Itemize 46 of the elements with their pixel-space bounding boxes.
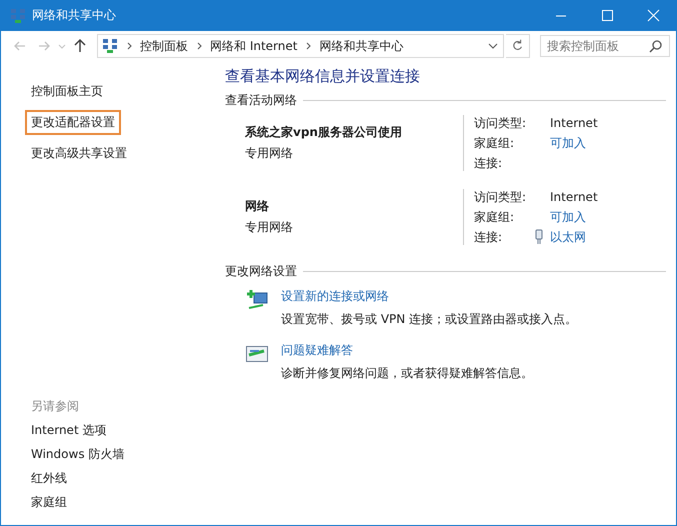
new-network-icon xyxy=(245,288,269,312)
breadcrumb[interactable]: 网络和共享中心 xyxy=(319,38,404,54)
section-heading: 查看活动网络 xyxy=(225,92,297,109)
refresh-icon[interactable] xyxy=(506,34,530,58)
see-also-link[interactable]: 家庭组 xyxy=(31,494,219,511)
ethernet-plug-icon xyxy=(534,229,544,245)
see-also-link[interactable]: 红外线 xyxy=(31,470,219,487)
page-heading: 查看基本网络信息并设置连接 xyxy=(225,67,421,86)
sidebar-link[interactable]: 更改高级共享设置 xyxy=(25,141,133,166)
detail-label: 访问类型: xyxy=(474,188,528,206)
sidebar-link[interactable]: 更改适配器设置 xyxy=(25,110,121,135)
search-field[interactable]: 搜索控制面板 xyxy=(540,35,670,57)
chevron-icon xyxy=(196,41,204,51)
address-bar[interactable]: 控制面板 网络和 Internet 网络和共享中心 xyxy=(97,34,504,58)
connection-link[interactable]: 以太网 xyxy=(550,228,586,246)
detail-label: 家庭组: xyxy=(474,208,516,226)
see-also-link[interactable]: Internet 选项 xyxy=(31,422,219,439)
task-link[interactable]: 设置新的连接或网络 xyxy=(281,288,578,305)
network-icon xyxy=(10,8,26,24)
dropdown-icon[interactable] xyxy=(487,41,499,51)
breadcrumb[interactable]: 网络和 Internet xyxy=(210,38,298,54)
see-also-heading: 另请参阅 xyxy=(31,398,80,415)
task-link[interactable]: 问题疑难解答 xyxy=(281,342,533,359)
network-type: 专用网络 xyxy=(245,219,294,236)
task-description: 设置宽带、拨号或 VPN 连接；或设置路由器或接入点。 xyxy=(281,311,578,328)
task-description: 诊断并修复网络问题，或者获得疑难解答信息。 xyxy=(281,365,533,382)
detail-label: 访问类型: xyxy=(474,114,528,132)
network-type: 专用网络 xyxy=(245,145,294,162)
chevron-icon xyxy=(305,41,314,51)
section-heading: 更改网络设置 xyxy=(225,263,297,280)
detail-link[interactable]: 可加入 xyxy=(550,134,586,152)
search-icon xyxy=(649,39,663,53)
chevron-icon xyxy=(126,41,134,51)
detail-link[interactable]: 可加入 xyxy=(550,208,586,226)
detail-label: 连接: xyxy=(474,228,504,246)
network-icon xyxy=(102,38,118,54)
detail-value: Internet xyxy=(550,116,598,130)
detail-label: 连接: xyxy=(474,154,504,172)
see-also-link[interactable]: Windows 防火墙 xyxy=(31,446,219,463)
detail-label: 家庭组: xyxy=(474,134,516,152)
network-name: 网络 xyxy=(245,198,270,215)
sidebar-link[interactable]: 控制面板主页 xyxy=(25,79,109,104)
window-title: 网络和共享中心 xyxy=(32,7,116,24)
network-name: 系统之家vpn服务器公司使用 xyxy=(245,124,403,141)
detail-value: Internet xyxy=(550,190,598,204)
breadcrumb[interactable]: 控制面板 xyxy=(140,38,188,54)
